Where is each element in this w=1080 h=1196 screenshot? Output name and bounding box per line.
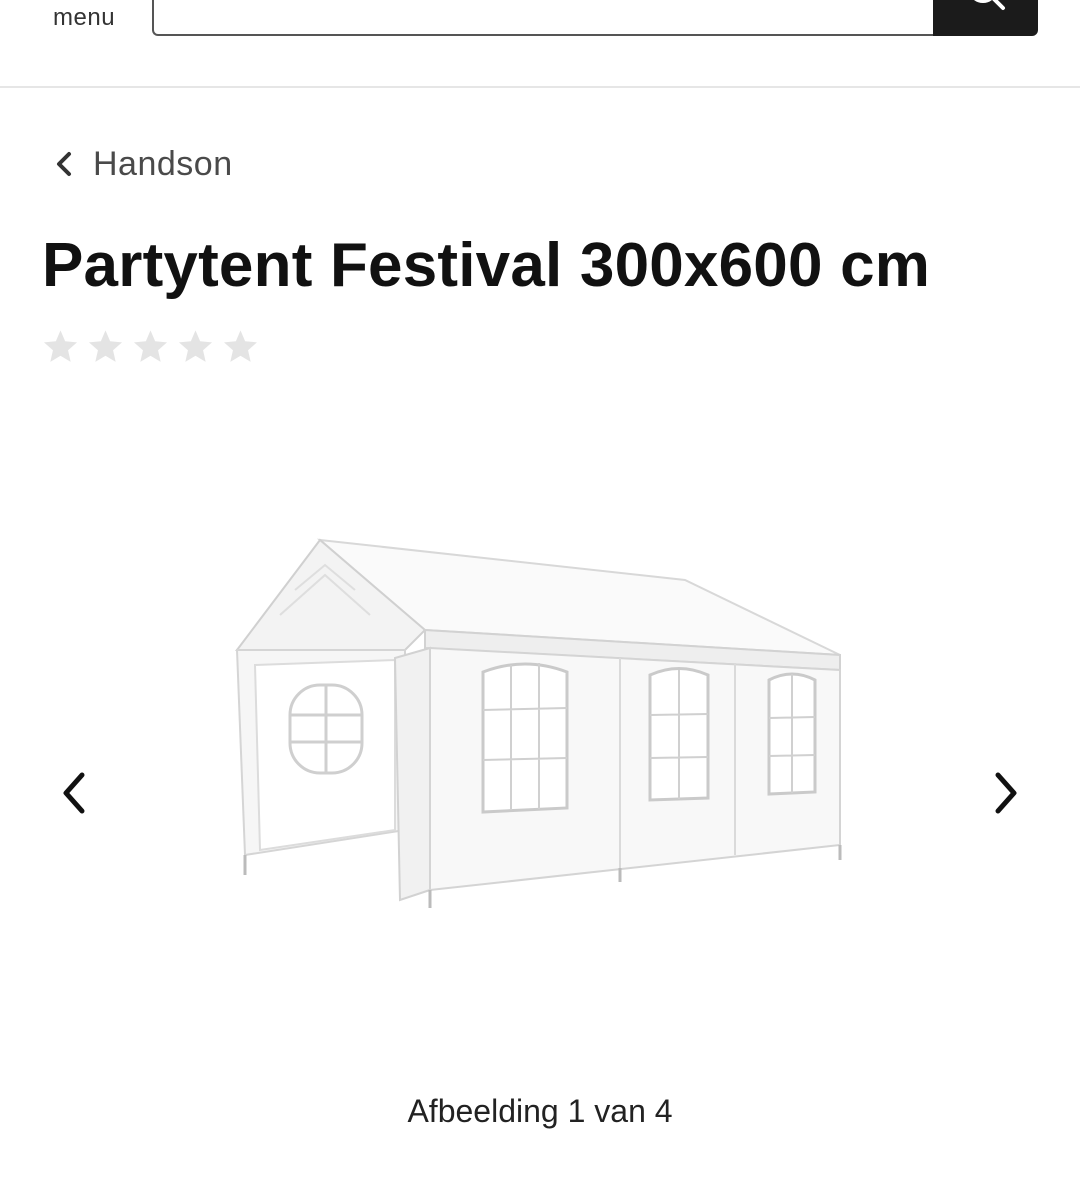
gallery-next-button[interactable] — [980, 763, 1030, 823]
chevron-left-icon — [63, 772, 85, 814]
search-input[interactable] — [152, 0, 938, 36]
product-image-gallery — [0, 420, 1080, 1080]
image-counter: Afbeelding 1 van 4 — [407, 1093, 673, 1129]
star-icon — [44, 330, 77, 362]
page-title: Partytent Festival 300x600 cm — [42, 231, 931, 300]
star-icon — [134, 330, 167, 362]
gallery-previous-button[interactable] — [50, 763, 100, 823]
chevron-right-icon — [995, 772, 1017, 814]
star-icon — [224, 330, 257, 362]
menu-button[interactable]: menu — [53, 4, 115, 32]
site-header: menu — [0, 0, 1080, 88]
star-icon — [179, 330, 212, 362]
breadcrumb-label: Handson — [93, 144, 233, 183]
breadcrumb-back-link[interactable]: Handson — [53, 142, 233, 186]
product-image[interactable] — [225, 530, 855, 930]
rating-stars[interactable] — [42, 328, 259, 365]
search-button[interactable] — [933, 0, 1038, 36]
star-icon — [89, 330, 122, 362]
chevron-left-icon — [57, 152, 71, 176]
search-icon — [974, 0, 1005, 10]
